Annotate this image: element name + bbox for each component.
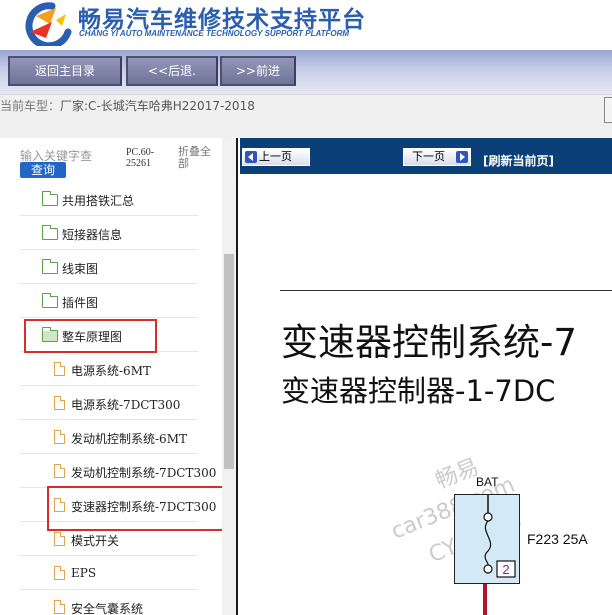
chang-yi-logo [25,2,72,46]
tree-item[interactable]: 发动机控制系统-6MT [20,420,222,454]
platform-subtitle: CHANG YI AUTO MAINTENANCE TECHNOLOGY SUP… [79,29,350,38]
tree-item[interactable]: 安全气囊系统 [20,590,222,615]
tree-item-label: 发动机控制系统-7DCT300 [71,466,217,480]
tree-item[interactable]: 线束图 [20,250,200,284]
fuse-box: 2 [454,493,520,584]
tree-item-label: 模式开关 [71,534,120,548]
tree-item[interactable]: 电源系统-7DCT300 [20,386,222,420]
document-icon [54,362,65,376]
document-icon [54,600,65,614]
side-panel-edge[interactable] [604,97,612,123]
next-page-label: 下一页 [412,150,445,163]
doc-code: PC.60-25261 [126,147,155,169]
document-icon [54,396,65,410]
arrow-left-icon [245,151,257,163]
tree-item-label: 线束图 [62,262,99,276]
collapse-all-button[interactable]: 折叠全部 [178,146,218,170]
fuse-symbol-icon: 2 [483,493,516,578]
car-type-label: 当前车型： [0,99,61,113]
arrow-right-icon [456,151,468,163]
sidebar: 查询 PC.60-25261 折叠全部 共用搭铁汇总 短接器信息 线束图 插件图… [0,138,238,615]
forward-button[interactable]: >>前进 [220,56,296,86]
document-title: 变速器控制系统-7 [281,321,577,364]
previous-page-label: 上一页 [259,150,292,163]
tree-item[interactable]: 共用搭铁汇总 [20,182,200,216]
fuse-code-label: F223 25A [527,531,588,547]
tree-item[interactable]: 电源系统-6MT [20,352,222,386]
tree-item[interactable]: EPS [20,556,222,590]
document-viewer: 上一页 下一页 [刷新当前页] 变速器控制系统-7 变速器控制器-1-7DC 畅… [240,138,612,615]
document-icon [54,430,65,444]
folder-icon [41,191,58,206]
pin-number: 2 [502,562,509,577]
previous-page-button[interactable]: 上一页 [242,148,310,166]
highlight-box-folder [24,319,157,353]
document-icon [54,464,65,478]
tree-item[interactable]: 插件图 [20,284,200,318]
tree-item-label: 发动机控制系统-6MT [71,432,187,446]
folder-icon [41,293,58,308]
current-car-type: 当前车型：厂家:C-长城汽车哈弗H22017-2018 [0,97,255,114]
tree-item-label: 电源系统-7DCT300 [71,398,181,412]
home-button[interactable]: 返回主目录 [8,56,122,86]
tree-item-label: 插件图 [62,296,99,310]
page-header-rule [280,290,612,291]
document-subtitle: 变速器控制器-1-7DC [281,374,556,408]
search-button[interactable]: 查询 [20,162,66,178]
document-icon [54,566,65,580]
scrollbar-thumb[interactable] [224,254,234,469]
refresh-page-link[interactable]: [刷新当前页] [483,152,554,169]
next-page-button[interactable]: 下一页 [403,148,471,166]
tree-item[interactable]: 发动机控制系统-7DCT300 [20,454,222,488]
tree-item-label: 安全气囊系统 [71,602,144,615]
back-button[interactable]: <<后退. [126,56,218,86]
car-type-bar: 当前车型：厂家:C-长城汽车哈弗H22017-2018 [0,94,612,138]
sidebar-scrollbar[interactable] [222,138,236,615]
tree-item-label: 电源系统-6MT [71,364,151,378]
tree-item[interactable]: 短接器信息 [20,216,200,250]
tree-item-label: EPS [71,566,97,580]
tree-item-label: 共用搭铁汇总 [62,194,135,208]
document-icon [54,532,65,546]
viewer-toolbar: 上一页 下一页 [刷新当前页] [240,138,612,174]
tree-item-label: 短接器信息 [62,228,123,242]
red-wire [483,584,487,615]
folder-icon [41,259,58,274]
car-type-value: 厂家:C-长城汽车哈弗H22017-2018 [60,99,255,113]
app-header: 畅易汽车维修技术支持平台 CHANG YI AUTO MAINTENANCE T… [0,0,612,50]
folder-icon [41,225,58,240]
bat-label: BAT [476,475,499,489]
highlight-box-document [47,486,232,531]
